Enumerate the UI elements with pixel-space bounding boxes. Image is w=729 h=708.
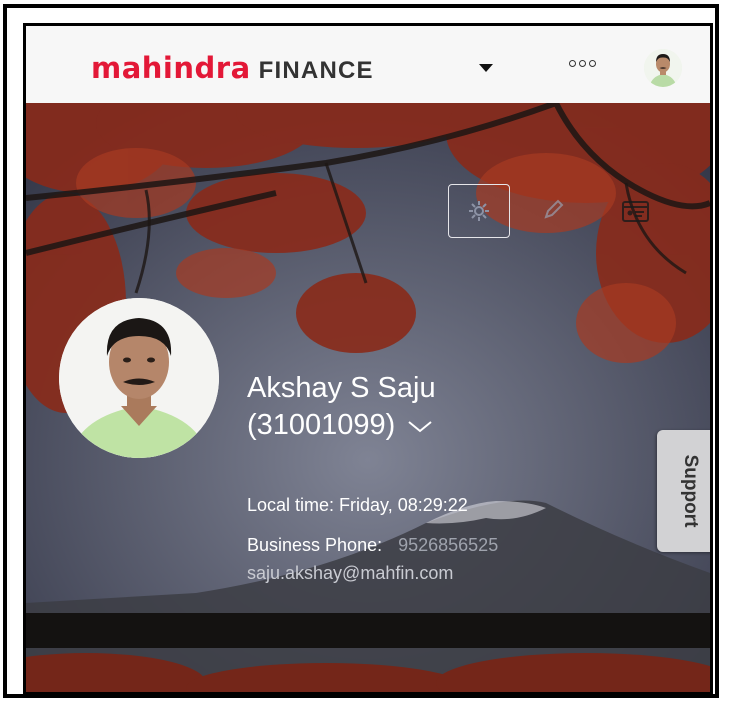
support-label: Support [679, 454, 701, 528]
employee-id: (31001099) [247, 409, 396, 441]
settings-gear-icon [469, 201, 489, 221]
settings-button[interactable] [448, 184, 510, 238]
user-avatar-icon [644, 49, 682, 87]
header-avatar[interactable] [644, 49, 682, 87]
app-header: mahindra FINANCE [26, 26, 710, 103]
chevron-down-icon[interactable] [479, 64, 493, 72]
local-time: Local time: Friday, 08:29:22 [247, 495, 468, 515]
pencil-icon[interactable] [543, 198, 565, 220]
brand-name: mahindra [91, 51, 251, 85]
screenshot-frame-outer: mahindra FINANCE Akshay S Saju (31001099… [3, 4, 719, 698]
profile-name-block: Akshay S Saju (31001099) [247, 370, 436, 444]
dot [579, 60, 586, 67]
support-tab[interactable]: Support [657, 430, 710, 552]
business-phone-label: Business Phone: [247, 535, 383, 555]
dot [569, 60, 576, 67]
brand-logo[interactable]: mahindra FINANCE [91, 54, 374, 83]
brand-suffix: FINANCE [258, 57, 374, 84]
business-phone-row: Business Phone: 9526856525 [247, 535, 498, 556]
business-phone-link[interactable]: 9526856525 [398, 535, 498, 555]
employee-id-row[interactable]: (31001099) [247, 407, 436, 444]
profile-avatar-image [59, 298, 219, 458]
screenshot-frame-inner: mahindra FINANCE Akshay S Saju (31001099… [23, 23, 713, 695]
email-link[interactable]: saju.akshay@mahfin.com [247, 563, 453, 584]
more-dots-icon[interactable] [569, 60, 596, 67]
dot [589, 60, 596, 67]
chevron-down-icon[interactable] [407, 419, 433, 433]
profile-name: Akshay S Saju [247, 372, 436, 404]
profile-photo[interactable] [59, 298, 219, 458]
id-card-icon[interactable] [622, 199, 649, 223]
profile-cover-background: Akshay S Saju (31001099) Local time: Fri… [26, 103, 710, 692]
